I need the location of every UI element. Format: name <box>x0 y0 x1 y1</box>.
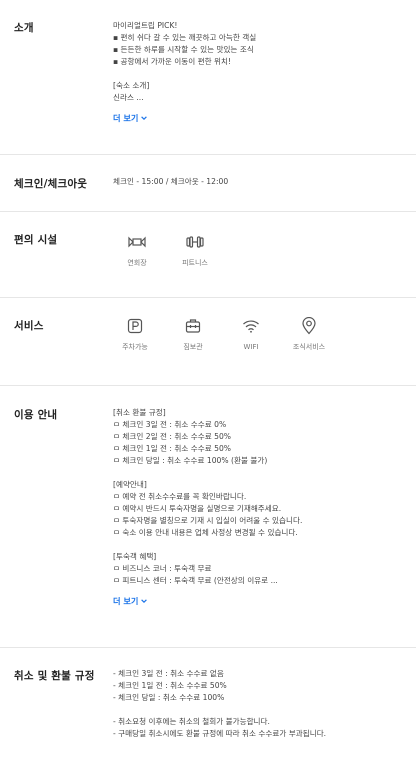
service-item-parking: 주차가능 <box>106 316 164 353</box>
intro-line: ▪ 편히 쉬다 갈 수 있는 깨끗하고 아늑한 객실 <box>113 33 257 42</box>
services-section: 서비스 주차가능 짐보관 WIFI 조식서비스 <box>0 298 416 386</box>
parking-icon <box>125 316 145 336</box>
service-item-wifi: WIFI <box>222 316 280 353</box>
usage-line: ㅁ 피트니스 센터 : 투숙객 무료 (안전상의 이유로 ... <box>113 576 278 585</box>
usage-more-button[interactable]: 더 보기 <box>113 595 148 607</box>
facility-item-fitness: 피트니스 <box>166 232 224 269</box>
usage-line: [예약안내] <box>113 480 147 489</box>
banquet-icon <box>127 232 147 252</box>
checkin-section: 체크인/체크아웃 체크인 - 15:00 / 체크아웃 - 12:00 <box>0 155 416 212</box>
usage-line: ㅁ 예약시 반드시 투숙자명을 실명으로 기재해주세요. <box>113 504 282 513</box>
usage-line: ㅁ 숙소 이용 안내 내용은 업체 사정상 변경될 수 있습니다. <box>113 528 298 537</box>
usage-line: ㅁ 예약 전 취소수수료를 꼭 확인바랍니다. <box>113 492 247 501</box>
usage-body: [취소 환불 규정] ㅁ 체크인 3일 전 : 취소 수수료 0% ㅁ 체크인 … <box>113 407 402 608</box>
usage-line: ㅁ 체크인 당일 : 취소 수수료 100% (환불 불가) <box>113 456 268 465</box>
usage-title: 이용 안내 <box>14 409 58 421</box>
usage-line: ㅁ 체크인 1일 전 : 취소 수수료 50% <box>113 444 232 453</box>
service-label: 조식서비스 <box>292 343 326 351</box>
usage-line: ㅁ 비즈니스 코너 : 투숙객 무료 <box>113 564 212 573</box>
service-item-breakfast: 조식서비스 <box>280 316 338 353</box>
service-label: 짐보관 <box>183 343 203 351</box>
intro-body: 마이리얼트립 PICK! ▪ 편히 쉬다 갈 수 있는 깨끗하고 아늑한 객실 … <box>113 20 402 125</box>
intro-line: ▪ 공항에서 가까운 이동이 편한 위치! <box>113 57 232 66</box>
intro-title: 소개 <box>14 22 34 34</box>
intro-line: 마이리얼트립 PICK! <box>113 21 178 30</box>
chevron-down-icon <box>141 116 148 121</box>
services-title: 서비스 <box>14 320 44 332</box>
usage-line: [투숙객 혜택] <box>113 552 157 561</box>
refund-line: - 체크인 3일 전 : 취소 수수료 없음 <box>113 669 224 678</box>
refund-line: - 구매당일 취소시에도 환불 규정에 따라 취소 수수료가 부과됩니다. <box>113 729 327 738</box>
luggage-icon <box>183 316 203 336</box>
services-list: 주차가능 짐보관 WIFI 조식서비스 <box>106 316 402 353</box>
usage-line: ㅁ 체크인 3일 전 : 취소 수수료 0% <box>113 420 227 429</box>
facilities-list: 연회장 피트니스 <box>108 232 402 269</box>
refund-section: 취소 및 환불 규정 - 체크인 3일 전 : 취소 수수료 없음 - 체크인 … <box>0 648 416 761</box>
intro-line: [숙소 소개] <box>113 81 150 90</box>
facility-item-banquet: 연회장 <box>108 232 166 269</box>
facilities-section: 편의 시설 연회장 피트니스 <box>0 212 416 298</box>
refund-line: - 체크인 1일 전 : 취소 수수료 50% <box>113 681 227 690</box>
service-label: WIFI <box>243 343 259 351</box>
usage-line: [취소 환불 규정] <box>113 408 166 417</box>
more-label: 더 보기 <box>113 113 139 123</box>
intro-more-button[interactable]: 더 보기 <box>113 112 148 124</box>
breakfast-icon <box>299 316 319 336</box>
facility-label: 피트니스 <box>182 259 208 267</box>
refund-title: 취소 및 환불 규정 <box>14 670 95 682</box>
refund-line: - 체크인 당일 : 취소 수수료 100% <box>113 693 225 702</box>
dumbbell-icon <box>185 232 205 252</box>
chevron-down-icon <box>141 599 148 604</box>
accommodation-detail-page: 소개 마이리얼트립 PICK! ▪ 편히 쉬다 갈 수 있는 깨끗하고 아늑한 … <box>0 0 416 761</box>
intro-line: ▪ 든든한 하루를 시작할 수 있는 맛있는 조식 <box>113 45 254 54</box>
service-item-luggage: 짐보관 <box>164 316 222 353</box>
usage-section: 이용 안내 [취소 환불 규정] ㅁ 체크인 3일 전 : 취소 수수료 0% … <box>0 386 416 648</box>
more-label: 더 보기 <box>113 596 139 606</box>
facilities-title: 편의 시설 <box>14 234 58 246</box>
usage-line: ㅁ 투숙자명을 별칭으로 기재 시 입실이 어려울 수 있습니다. <box>113 516 303 525</box>
intro-section: 소개 마이리얼트립 PICK! ▪ 편히 쉬다 갈 수 있는 깨끗하고 아늑한 … <box>0 0 416 155</box>
checkin-title: 체크인/체크아웃 <box>14 178 88 190</box>
service-label: 주차가능 <box>122 343 148 351</box>
wifi-icon <box>241 316 261 336</box>
checkin-value: 체크인 - 15:00 / 체크아웃 - 12:00 <box>113 177 229 186</box>
refund-body: - 체크인 3일 전 : 취소 수수료 없음 - 체크인 1일 전 : 취소 수… <box>113 668 402 740</box>
intro-line: 신라스 ... <box>113 93 144 102</box>
facility-label: 연회장 <box>127 259 147 267</box>
refund-line: - 취소요청 이후에는 취소의 철회가 불가능합니다. <box>113 717 270 726</box>
usage-line: ㅁ 체크인 2일 전 : 취소 수수료 50% <box>113 432 232 441</box>
